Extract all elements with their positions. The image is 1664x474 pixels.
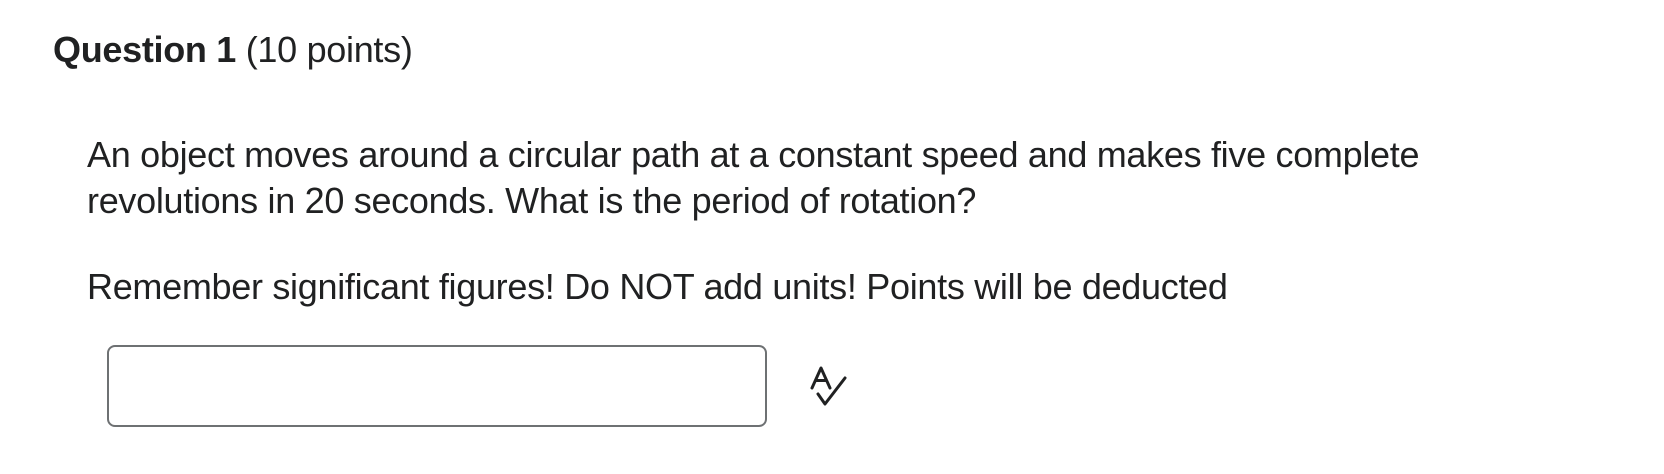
question-note: Remember significant figures! Do NOT add… [87, 266, 1228, 307]
question-prompt: An object moves around a circular path a… [87, 134, 1420, 221]
spellcheck-icon[interactable] [808, 366, 848, 410]
question-header: Question 1 (10 points) [53, 26, 413, 74]
question-points: (10 points) [245, 29, 413, 70]
answer-input[interactable] [107, 345, 767, 427]
question-title: Question 1 [53, 29, 237, 70]
question-body: An object moves around a circular path a… [87, 132, 1647, 310]
